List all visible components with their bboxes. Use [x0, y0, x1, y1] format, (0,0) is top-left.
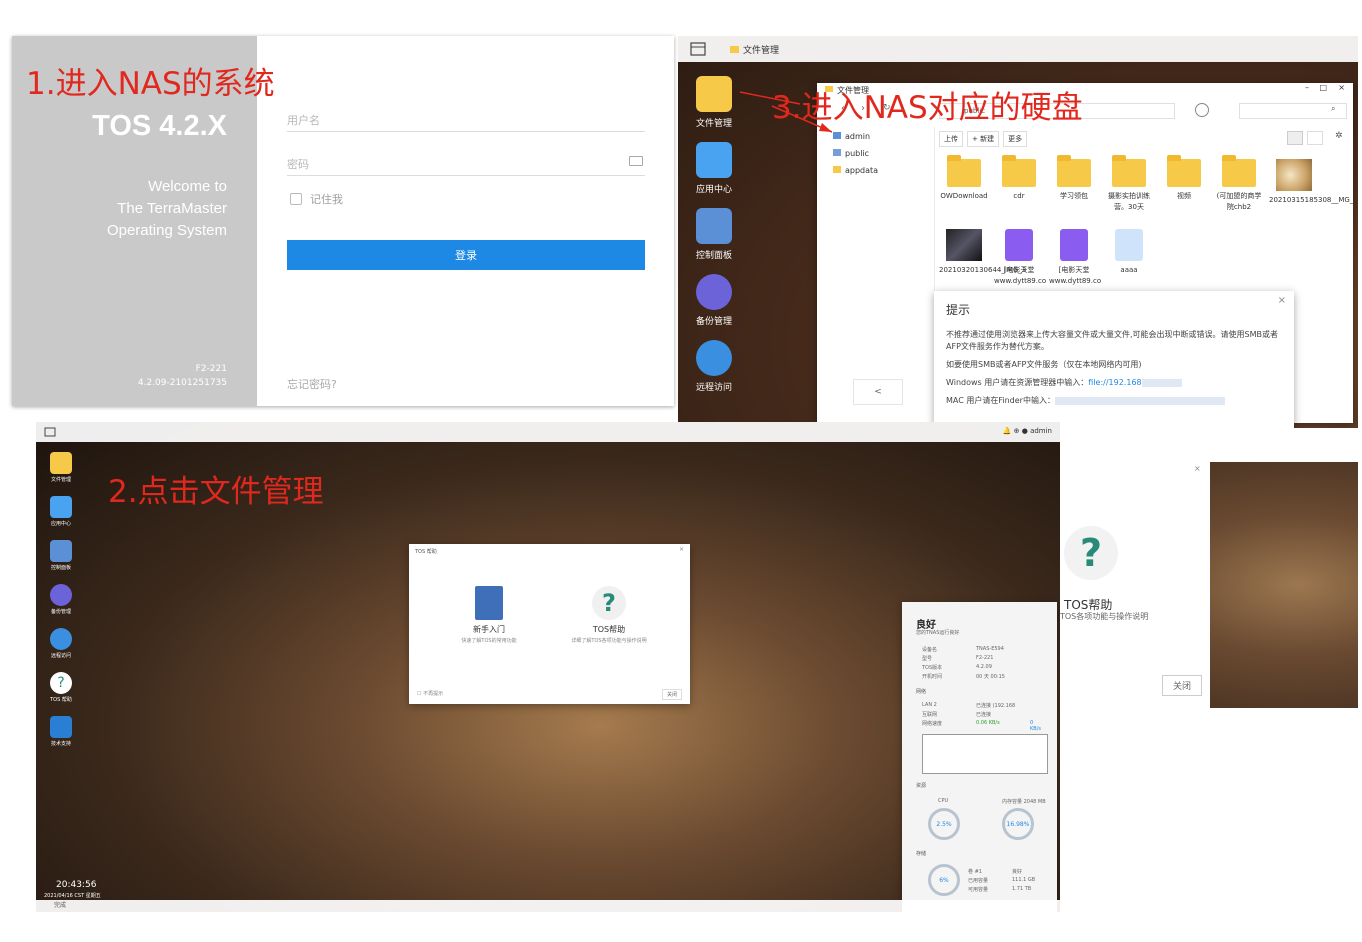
tos-help-dialog: TOS 帮助 × 新手入门 快速了解TOS的常用功能 ? TOS帮助 详细了解T…	[409, 544, 690, 704]
memory-gauge: 16.98%	[1002, 808, 1034, 840]
help-title: TOS帮助	[1064, 598, 1113, 612]
shopping-bag-icon	[50, 496, 72, 518]
desktop-icon-backup[interactable]: 备份管理	[44, 584, 78, 615]
help-description: TOS各项功能与操作说明	[1060, 612, 1149, 621]
question-icon: ?	[1064, 526, 1118, 580]
user-menu[interactable]: 🔔 ⊕ ● admin	[1003, 427, 1052, 435]
headset-icon	[50, 716, 72, 738]
close-button[interactable]: 关闭	[1162, 675, 1203, 696]
system-status-panel: 良好 您的TNAS运行良好 设备名 TNAS-E594 型号 F2-221 TOS版…	[902, 602, 1057, 912]
book-icon	[475, 586, 503, 620]
notification-icon[interactable]: 🔔	[1003, 427, 1012, 435]
cloud-icon	[50, 628, 72, 650]
clock-icon	[50, 584, 72, 606]
desktop-icon-control-panel[interactable]: 控制面板	[44, 540, 78, 571]
globe-icon[interactable]: ⊕	[1014, 427, 1020, 435]
annotation-step2: 2.点击文件管理	[108, 474, 324, 510]
tos-help-option[interactable]: ? TOS帮助 详细了解TOS各项功能与操作说明	[549, 586, 669, 644]
question-icon: ?	[592, 586, 626, 620]
close-button[interactable]: 关闭	[661, 689, 682, 700]
desktop-date: 2021/04/16 CST 星期五	[44, 893, 101, 899]
help-window: × ? TOS帮助 TOS各项功能与操作说明 关闭	[1060, 462, 1210, 708]
cpu-gauge: 2.5%	[928, 808, 960, 840]
desktop-clock: 20:43:56	[56, 880, 97, 890]
desktop-icon-app-center[interactable]: 应用中心	[44, 496, 78, 527]
close-icon[interactable]: ×	[1194, 464, 1201, 473]
desktop-icon-file-manager[interactable]: 文件管理	[44, 452, 78, 483]
folder-icon	[50, 452, 72, 474]
question-icon: ?	[50, 672, 72, 694]
network-chart	[922, 734, 1048, 774]
close-icon[interactable]: ×	[679, 546, 684, 553]
getting-started-option[interactable]: 新手入门 快速了解TOS的常用功能	[429, 586, 549, 644]
dialog-title: TOS 帮助	[415, 549, 437, 555]
desktop-icon-support[interactable]: 技术支持	[44, 716, 78, 747]
help-window-screen: × ? TOS帮助 TOS各项功能与操作说明 关闭	[1060, 462, 1358, 708]
desktop-icon-tos-help[interactable]: ? TOS 帮助	[44, 672, 78, 703]
status-bar: 完成	[36, 900, 1060, 912]
gear-icon	[50, 540, 72, 562]
desktop-icon-remote-access[interactable]: 远程访问	[44, 628, 78, 659]
storage-gauge: 6%	[928, 864, 960, 896]
user-icon: ●	[1021, 427, 1028, 435]
desktop-logo-icon[interactable]	[44, 427, 56, 437]
desktop-topbar: 🔔 ⊕ ● admin	[36, 422, 1060, 442]
dont-show-checkbox[interactable]: ☐ 不再提示	[417, 690, 443, 697]
